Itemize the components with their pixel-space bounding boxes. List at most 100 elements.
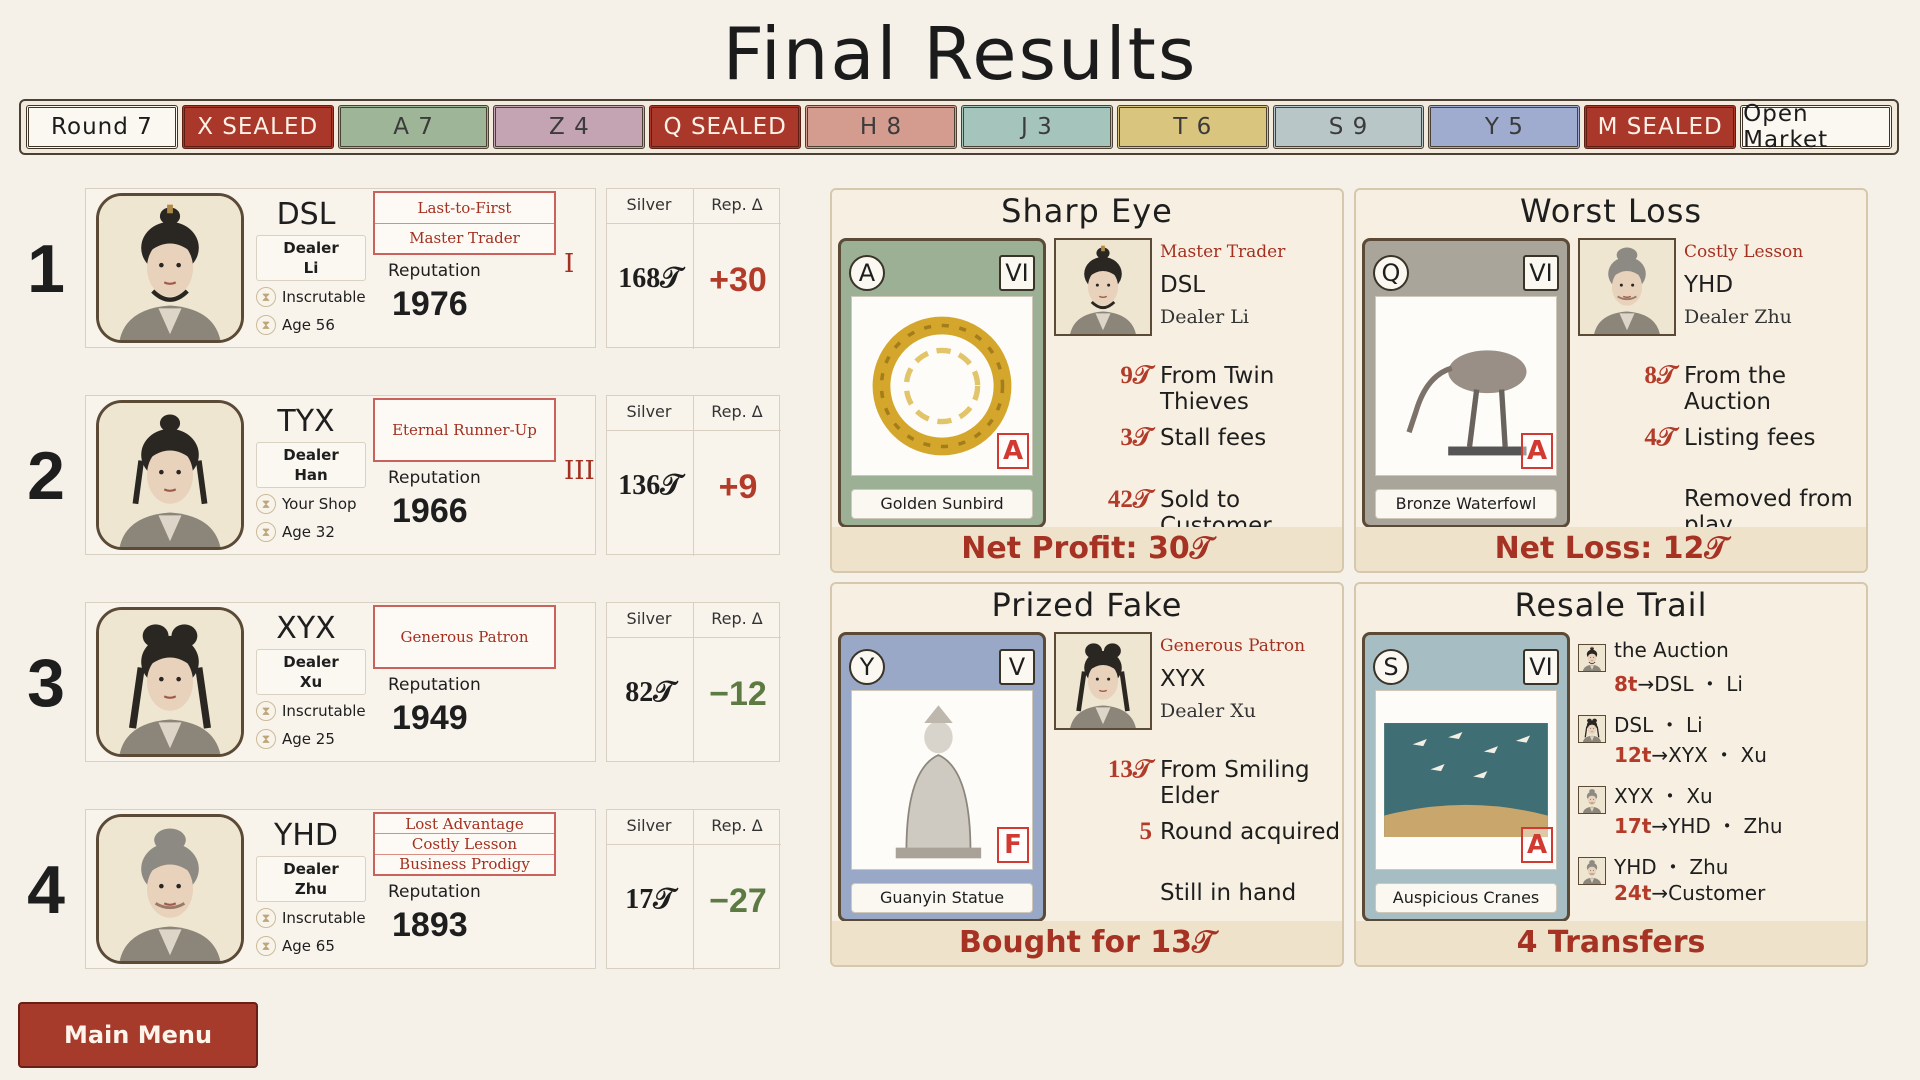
player-name: DSL (276, 197, 336, 232)
standing-row: 3 XYX Dealer Xu ⧗ Inscrutable ⧗ Age 25 Generous … (20, 602, 781, 763)
detail-text: Stall fees (1160, 425, 1267, 451)
reputation-delta: +9 (718, 468, 758, 506)
player-portrait (96, 814, 244, 964)
seal-stamp: A (1521, 433, 1553, 469)
detail-line: Still in hand (1160, 880, 1296, 906)
detail-text: From the Auction (1684, 363, 1787, 415)
detail-line: 13𝒯 From Smiling Elder (1086, 756, 1342, 809)
main-menu-button[interactable]: Main Menu (18, 1002, 258, 1068)
round-bar-tile-5[interactable]: H 8 (805, 105, 957, 149)
panel-title: Sharp Eye (1001, 192, 1173, 230)
round-bar-tile-6[interactable]: J 3 (960, 105, 1113, 149)
age-row: ⧗ Age 65 (256, 936, 335, 956)
player-name: YHD (274, 818, 338, 853)
worst-loss-panel: Worst Loss Q VI A Bronze Waterfowl Costly Les… (1354, 188, 1868, 573)
card-name: Bronze Waterfowl (1375, 489, 1557, 519)
hourglass-icon: ⧗ (256, 287, 276, 307)
transfer-from: YHD ・ Zhu (1614, 855, 1729, 879)
titles-box: Generous Patron (373, 605, 556, 669)
round-bar-tile-9[interactable]: Y 5 (1428, 105, 1581, 149)
round-bar-tile-3[interactable]: Z 4 (493, 105, 646, 149)
item-card[interactable]: A VI A Golden Sunbird (838, 238, 1046, 528)
detail-amount: 4𝒯 (1644, 424, 1676, 451)
player-card[interactable]: XYX Dealer Xu ⧗ Inscrutable ⧗ Age 25 Generous P… (85, 602, 596, 762)
reputation-label: Reputation (388, 882, 481, 902)
dealer-title: Dealer (283, 446, 339, 464)
player-title: Master Trader (1160, 242, 1286, 262)
round-bar-tile-7[interactable]: T 6 (1116, 105, 1269, 149)
age-text: Age 32 (282, 523, 335, 541)
rank-roman: I (564, 249, 575, 279)
stats-header-line (607, 844, 781, 845)
item-card[interactable]: Q VI A Bronze Waterfowl (1362, 238, 1570, 528)
detail-amount: 8𝒯 (1644, 362, 1676, 389)
hourglass-icon: ⧗ (256, 315, 276, 335)
transfer-amount: 12t (1614, 743, 1652, 767)
player-portrait (96, 607, 244, 757)
dealer-surname: Han (294, 466, 328, 484)
transfer-to-line: 17t→YHD ・ Zhu (1614, 810, 1783, 839)
player-dealer: Dealer Li (1160, 306, 1249, 328)
detail-text: From Smiling Elder (1160, 757, 1310, 809)
silver-value: 82𝒯 (625, 677, 675, 708)
panel-title: Worst Loss (1519, 192, 1703, 230)
player-card[interactable]: YHD Dealer Zhu ⧗ Inscrutable ⧗ Age 65 Lost Adva… (85, 809, 596, 969)
item-card[interactable]: S VI A Auspicious Cranes (1362, 632, 1570, 922)
dealer-label: Dealer Xu (256, 649, 366, 695)
arrow-icon: → (1651, 881, 1669, 905)
transfer-to: XYX ・ Xu (1668, 743, 1767, 767)
age-text: Age 56 (282, 316, 335, 334)
card-letter: Y (849, 649, 885, 685)
rep-delta-header: Rep. Δ (711, 402, 763, 421)
transfer-portrait (1578, 644, 1606, 672)
transfer-amount: 24t (1614, 881, 1652, 905)
transfer-from: DSL ・ Li (1614, 713, 1703, 737)
silver-value: 168𝒯 (618, 263, 682, 294)
round-bar: Round 7X SEALED A 7Z 4Q SEALED H 8J 3T 6S … (19, 99, 1899, 155)
card-letter: A (849, 255, 885, 291)
round-bar-tile-10[interactable]: M SEALED (1584, 105, 1737, 149)
rank-number: 2 (27, 438, 65, 514)
trait-text: Inscrutable (282, 909, 366, 927)
detail-line: 5 Round acquired (1086, 818, 1341, 846)
detail-line: 3𝒯 Stall fees (1086, 424, 1266, 452)
detail-text: Round acquired (1160, 819, 1341, 845)
transfer-portrait (1578, 715, 1606, 743)
card-letter: Q (1373, 255, 1409, 291)
reputation-label: Reputation (388, 261, 481, 281)
round-bar-tile-11[interactable]: Open Market (1740, 101, 1892, 153)
rep-delta-header: Rep. Δ (711, 816, 763, 835)
panel-footer: Net Loss: 12𝒯 (1356, 527, 1866, 571)
seal-stamp: A (1521, 827, 1553, 863)
player-card[interactable]: DSL Dealer Li ⧗ Inscrutable ⧗ Age 56 Last-to-Fi… (85, 188, 596, 348)
rep-delta-header: Rep. Δ (711, 195, 763, 214)
hourglass-icon: ⧗ (256, 522, 276, 542)
reputation-delta: +30 (709, 261, 767, 299)
transfer-from: the Auction (1614, 638, 1729, 662)
reputation-value: 1893 (392, 906, 468, 944)
round-bar-tile-8[interactable]: S 9 (1272, 105, 1425, 149)
stats-box: Silver Rep. Δ 168𝒯 +30 (606, 188, 781, 349)
player-name: YHD (1684, 272, 1734, 298)
round-bar-tile-0[interactable]: Round 7 (26, 105, 178, 149)
dealer-label: Dealer Li (256, 235, 366, 281)
round-bar-tile-4[interactable]: Q SEALED (649, 105, 802, 149)
trait-text: Your Shop (282, 495, 357, 513)
round-bar-tile-1[interactable]: X SEALED (181, 105, 334, 149)
stats-divider (693, 603, 694, 763)
trait-row: ⧗ Inscrutable (256, 908, 366, 928)
detail-amount: 3𝒯 (1120, 424, 1152, 451)
player-portrait (1578, 238, 1676, 336)
page-title: Final Results (722, 12, 1198, 96)
stats-box: Silver Rep. Δ 136𝒯 +9 (606, 395, 781, 556)
panel-footer: Bought for 13𝒯 (832, 921, 1342, 965)
player-card[interactable]: TYX Dealer Han ⧗ Your Shop ⧗ Age 32 Eternal Run… (85, 395, 596, 555)
round-bar-tile-2[interactable]: A 7 (337, 105, 490, 149)
player-dealer: Dealer Zhu (1684, 306, 1792, 328)
player-title: Last-to-First (417, 198, 512, 217)
stats-header-line (607, 430, 781, 431)
stats-box: Silver Rep. Δ 17𝒯 −27 (606, 809, 781, 970)
transfer-portrait (1578, 857, 1606, 885)
trait-row: ⧗ Inscrutable (256, 701, 366, 721)
item-card[interactable]: Y V F Guanyin Statue (838, 632, 1046, 922)
